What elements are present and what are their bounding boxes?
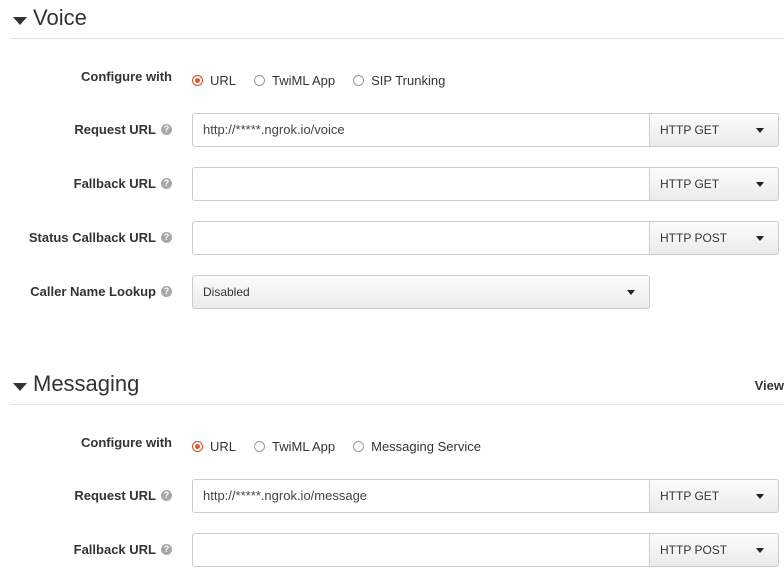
messaging-request-url-input[interactable]: http://*****.ngrok.io/message [192,479,650,513]
messaging-configure-label: Configure with [81,435,172,450]
caret-down-icon [756,548,764,553]
voice-caller-lookup-label: Caller Name Lookup ? [30,284,172,299]
help-icon[interactable]: ? [161,232,172,243]
voice-configure-radios: URL TwiML App SIP Trunking [192,73,463,88]
label-text: Fallback URL [73,542,156,557]
messaging-section-title: Messaging [33,371,140,396]
voice-fallback-url-input[interactable] [192,167,650,201]
voice-radio-sip[interactable]: SIP Trunking [353,73,445,88]
voice-section-title: Voice [33,5,87,30]
voice-caller-lookup-select[interactable]: Disabled [192,275,650,309]
voice-section-header[interactable]: Voice [10,5,784,39]
caret-down-icon [756,128,764,133]
collapse-triangle-icon[interactable] [13,383,27,391]
select-value: HTTP POST [660,543,728,557]
voice-request-url-label: Request URL ? [74,122,172,137]
radio-label: TwiML App [272,439,336,454]
help-icon[interactable]: ? [161,490,172,501]
radio-icon[interactable] [254,75,266,86]
select-value: HTTP GET [660,489,720,503]
radio-icon[interactable] [254,441,266,452]
help-icon[interactable]: ? [161,124,172,135]
voice-status-method-select[interactable]: HTTP POST [649,221,779,255]
voice-radio-url[interactable]: URL [192,73,236,88]
radio-label: TwiML App [272,73,336,88]
label-text: Request URL [74,488,156,503]
voice-request-url-input[interactable]: http://*****.ngrok.io/voice [192,113,650,147]
messaging-radio-service[interactable]: Messaging Service [353,439,481,454]
help-icon[interactable]: ? [161,544,172,555]
radio-icon[interactable] [353,441,365,452]
view-link[interactable]: View [755,378,784,393]
select-value: HTTP GET [660,123,720,137]
caret-down-icon [756,182,764,187]
messaging-request-method-select[interactable]: HTTP GET [649,479,779,513]
caret-down-icon [627,290,635,295]
radio-selected-icon[interactable] [192,75,203,86]
radio-icon[interactable] [353,75,365,86]
messaging-fallback-url-label: Fallback URL ? [74,542,172,557]
caret-down-icon [756,494,764,499]
collapse-triangle-icon[interactable] [13,17,27,25]
select-value: HTTP GET [660,177,720,191]
radio-selected-icon[interactable] [192,441,203,452]
label-text: Configure with [81,435,172,450]
voice-status-callback-input[interactable] [192,221,650,255]
label-text: Status Callback URL [28,230,156,245]
radio-label: Messaging Service [371,439,481,454]
caret-down-icon [756,236,764,241]
messaging-fallback-method-select[interactable]: HTTP POST [649,533,779,567]
voice-fallback-url-label: Fallback URL ? [74,176,172,191]
label-text: Caller Name Lookup [30,284,156,299]
voice-fallback-method-select[interactable]: HTTP GET [649,167,779,201]
messaging-fallback-url-input[interactable] [192,533,650,567]
select-value: Disabled [203,285,250,299]
messaging-radio-twiml[interactable]: TwiML App [254,439,335,454]
messaging-request-url-label: Request URL ? [74,488,172,503]
label-text: Request URL [74,122,156,137]
voice-request-method-select[interactable]: HTTP GET [649,113,779,147]
select-value: HTTP POST [660,231,728,245]
voice-radio-twiml[interactable]: TwiML App [254,73,335,88]
voice-configure-label-text: Configure with [81,69,172,84]
voice-configure-label: Configure with [81,69,172,84]
messaging-section-header[interactable]: Messaging View [10,371,784,405]
help-icon[interactable]: ? [161,178,172,189]
radio-label: URL [210,73,237,88]
messaging-configure-radios: URL TwiML App Messaging Service [192,439,499,454]
radio-label: SIP Trunking [371,73,446,88]
voice-status-callback-label: Status Callback URL ? [29,230,172,245]
radio-label: URL [210,439,237,454]
help-icon[interactable]: ? [161,286,172,297]
label-text: Fallback URL [73,176,156,191]
messaging-radio-url[interactable]: URL [192,439,236,454]
